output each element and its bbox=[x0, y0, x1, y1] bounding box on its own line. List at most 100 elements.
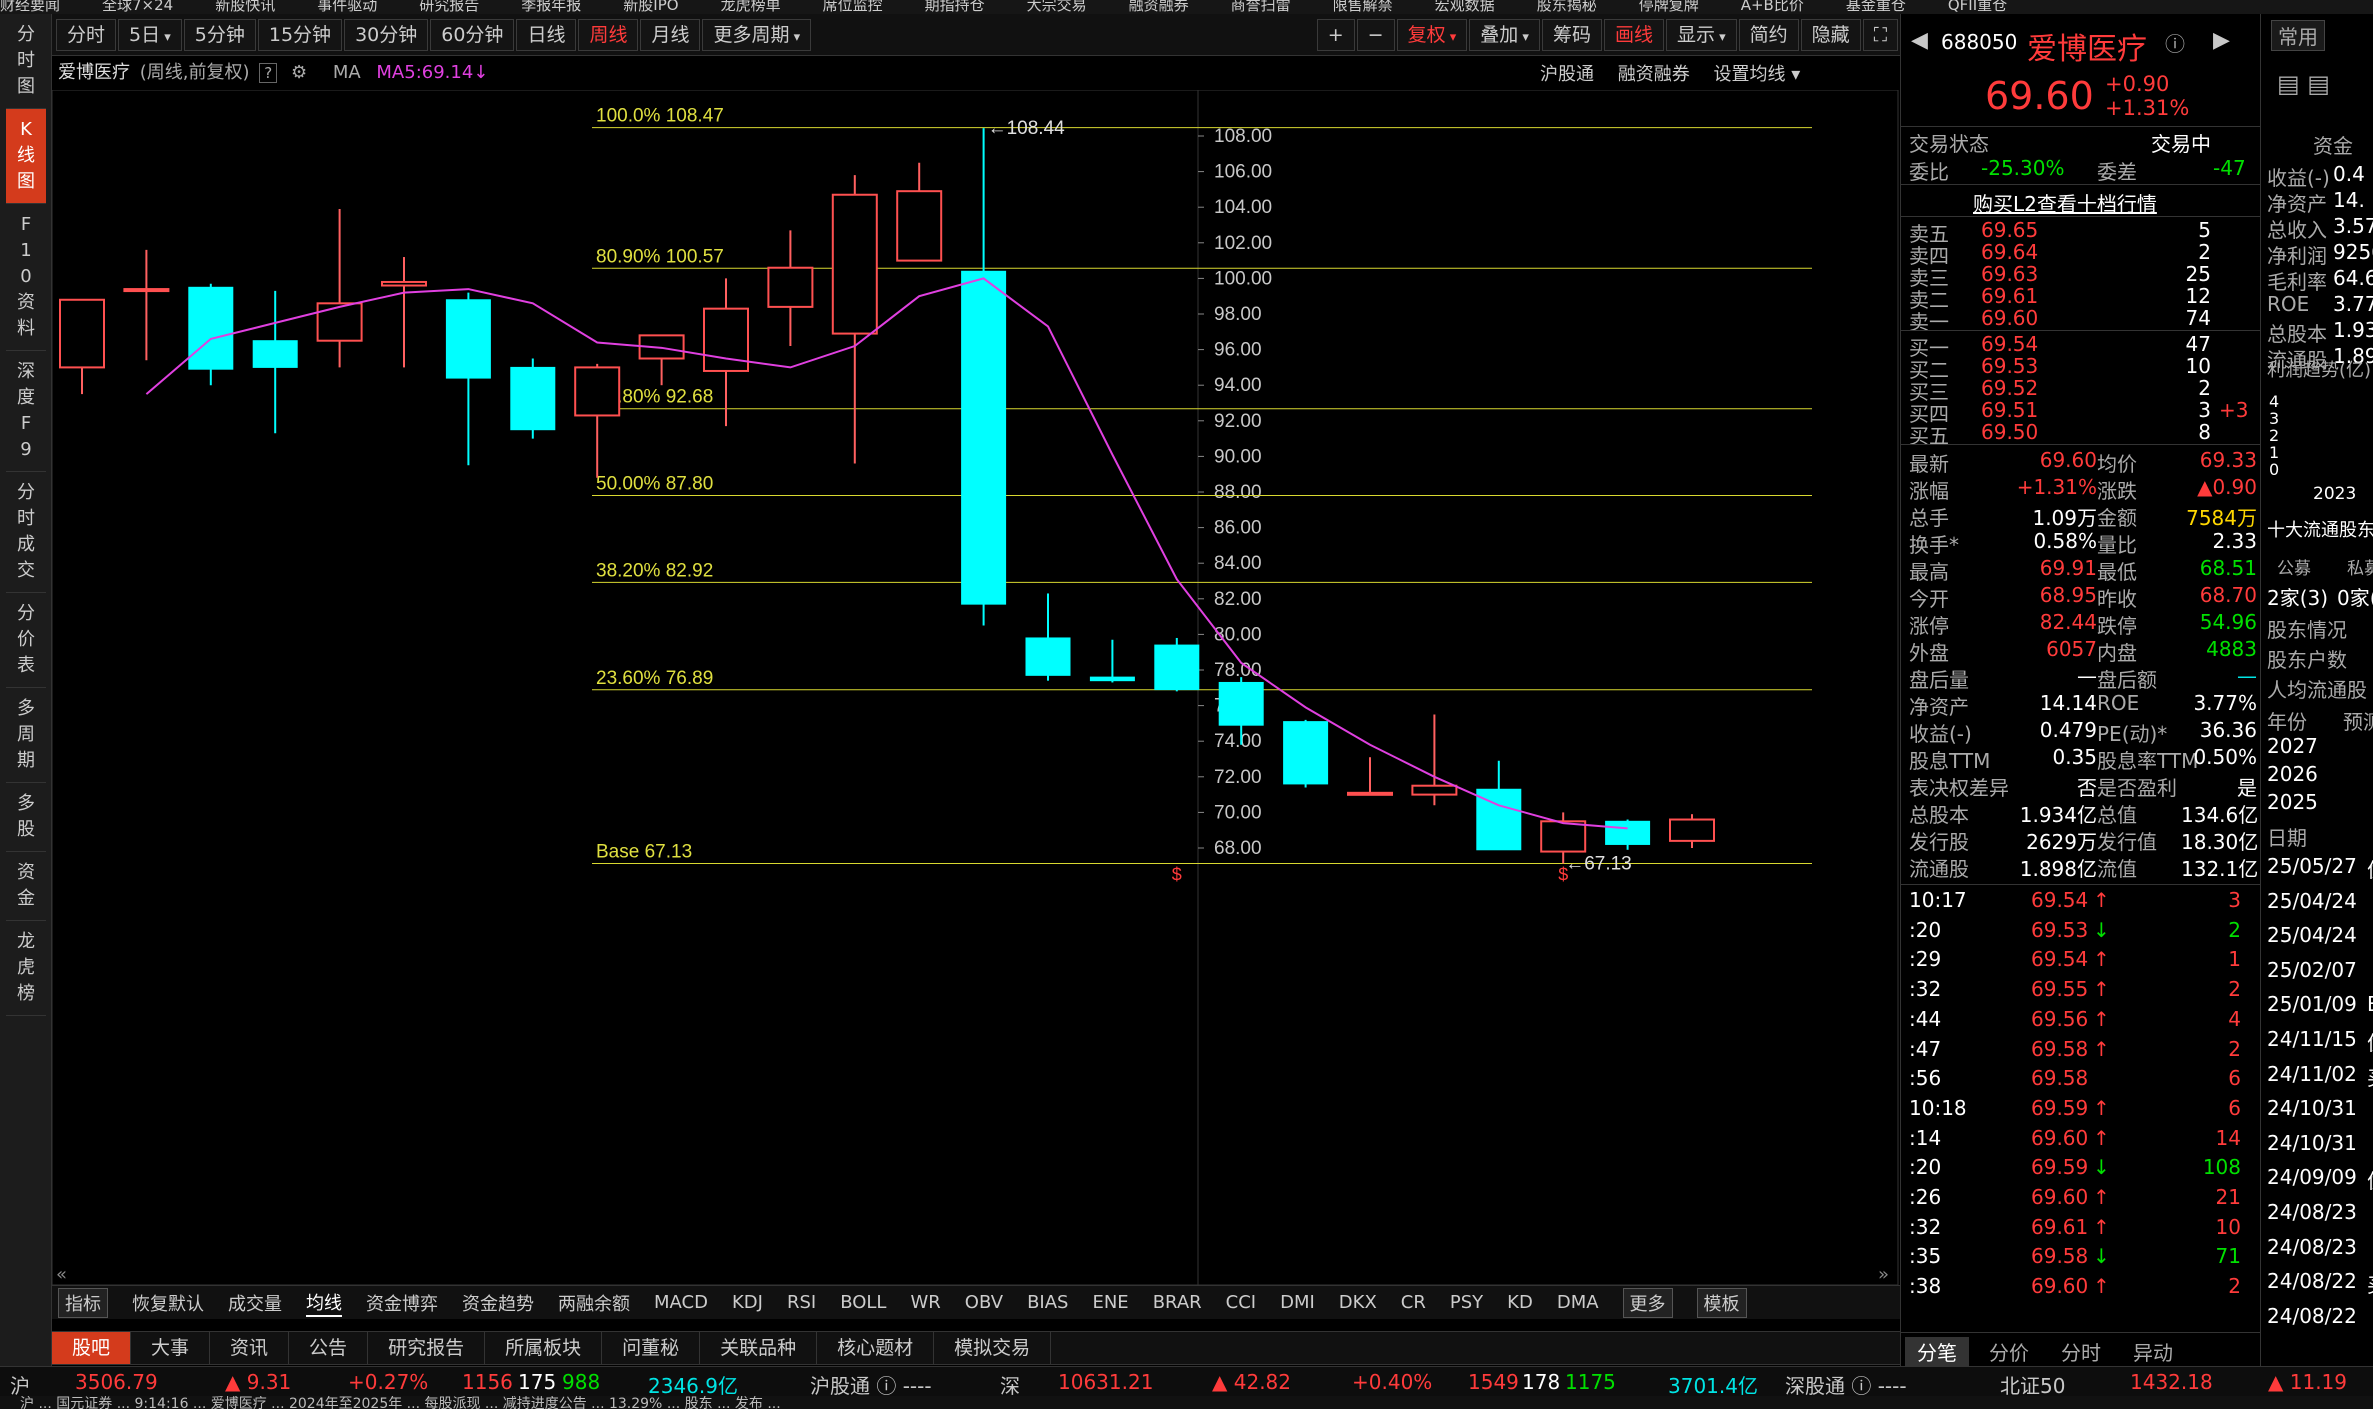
ma5-line[interactable] bbox=[145, 277, 1628, 830]
candle-body-up[interactable] bbox=[59, 298, 105, 369]
left-nav-item[interactable]: 分时图 bbox=[6, 14, 46, 109]
top-menu-item[interactable]: 新股IPO bbox=[623, 0, 678, 14]
detail-tab[interactable]: 分时 bbox=[2049, 1337, 2113, 1366]
left-nav-item[interactable]: 多股 bbox=[6, 783, 46, 852]
top-menu-item[interactable]: 融资融券 bbox=[1129, 0, 1189, 14]
finance-tab-fund[interactable]: 资金 bbox=[2313, 130, 2353, 159]
candle-body-up[interactable] bbox=[316, 302, 363, 342]
rating-date[interactable]: 24/08/23 bbox=[2267, 1200, 2357, 1224]
top-menu-item[interactable]: 财经要闻 bbox=[0, 0, 60, 14]
toolbar-tool[interactable]: 画线 bbox=[1603, 18, 1664, 51]
top-menu-item[interactable]: 停牌复牌 bbox=[1639, 0, 1699, 14]
indicator-tab[interactable]: 模板 bbox=[1696, 1287, 1747, 1318]
candle-body-up[interactable] bbox=[574, 366, 621, 417]
toolbar-tool[interactable]: 隐藏 bbox=[1800, 18, 1861, 51]
next-stock-icon[interactable]: ▶ bbox=[2213, 28, 2230, 53]
candle-body-down[interactable] bbox=[188, 286, 234, 370]
candle-body-up[interactable] bbox=[123, 288, 170, 293]
detail-tab[interactable]: 异动 bbox=[2121, 1337, 2185, 1366]
rating-date[interactable]: 24/09/09 bbox=[2267, 1165, 2357, 1189]
indicator-tab[interactable]: PSY bbox=[1450, 1292, 1483, 1313]
indicator-tab[interactable]: BRAR bbox=[1153, 1292, 1202, 1313]
help-icon[interactable]: ? bbox=[259, 63, 278, 83]
rating-date[interactable]: 24/10/31 bbox=[2267, 1096, 2357, 1120]
candle-body-up[interactable] bbox=[831, 193, 878, 335]
news-tab[interactable]: 资讯 bbox=[210, 1332, 290, 1364]
candle-body-up[interactable] bbox=[1411, 784, 1458, 796]
top-menu-item[interactable]: 龙虎榜单 bbox=[721, 0, 781, 14]
rating-date[interactable]: 24/08/23 bbox=[2267, 1235, 2357, 1259]
indicator-tab[interactable]: WR bbox=[910, 1292, 940, 1313]
indicator-tab[interactable]: RSI bbox=[787, 1292, 816, 1313]
hk-connect-link[interactable]: 沪股通 bbox=[1540, 64, 1594, 85]
sz-connect[interactable]: 深股通 ⓘ ---- bbox=[1785, 1370, 1907, 1399]
detail-tab[interactable]: 分价 bbox=[1977, 1337, 2041, 1366]
top-menu-item[interactable]: QFII重仓 bbox=[1948, 0, 2007, 14]
candle-body-up[interactable] bbox=[1669, 818, 1715, 842]
rating-date[interactable]: 24/08/22 bbox=[2267, 1269, 2357, 1293]
rating-date[interactable]: 24/10/31 bbox=[2267, 1131, 2357, 1155]
holder-info[interactable]: 人均流通股 bbox=[2267, 674, 2367, 703]
candle-body-down[interactable] bbox=[445, 299, 491, 379]
period-tab[interactable]: 5分钟 bbox=[183, 18, 256, 51]
indicator-tab[interactable]: KDJ bbox=[732, 1292, 763, 1313]
top-menu-item[interactable]: 商誉扫雷 bbox=[1231, 0, 1291, 14]
period-tab[interactable]: 60分钟 bbox=[430, 18, 515, 51]
indicator-tab[interactable]: CR bbox=[1401, 1292, 1426, 1313]
rating-date[interactable]: 25/01/09 bbox=[2267, 992, 2357, 1016]
candle-body-down[interactable] bbox=[1218, 681, 1264, 726]
news-tab[interactable]: 核心题材 bbox=[817, 1332, 935, 1364]
top-menu-item[interactable]: 席位监控 bbox=[823, 0, 883, 14]
buy-l2-link[interactable]: 购买L2查看十档行情 bbox=[1973, 188, 2157, 217]
rating-date[interactable]: 25/04/24 bbox=[2267, 923, 2357, 947]
dividend-marker[interactable]: $ bbox=[1558, 864, 1568, 884]
holder-info[interactable]: 股东情况 bbox=[2267, 614, 2347, 643]
left-nav-item[interactable]: 分时成交 bbox=[6, 472, 46, 593]
indicator-tab[interactable]: DKX bbox=[1339, 1292, 1377, 1313]
candle-body-down[interactable] bbox=[961, 270, 1007, 605]
news-tab[interactable]: 问董秘 bbox=[602, 1332, 701, 1364]
top-menu-item[interactable]: 新股快讯 bbox=[215, 0, 275, 14]
sh-connect[interactable]: 沪股通 ⓘ ---- bbox=[810, 1370, 932, 1399]
top-menu-item[interactable]: 季报年报 bbox=[521, 0, 581, 14]
toolbar-tool[interactable]: 筹码 bbox=[1541, 18, 1602, 51]
news-tab[interactable]: 模拟交易 bbox=[934, 1332, 1052, 1364]
period-tab[interactable]: 月线 bbox=[640, 18, 701, 51]
news-tab[interactable]: 研究报告 bbox=[368, 1332, 486, 1364]
ma-label[interactable]: MA bbox=[333, 62, 361, 83]
left-nav-item[interactable]: 龙虎榜 bbox=[6, 921, 46, 1016]
layout-icon[interactable]: ▤ ▤ bbox=[2277, 70, 2330, 98]
indicator-tab[interactable]: DMA bbox=[1557, 1292, 1599, 1313]
candle-body-up[interactable] bbox=[1540, 820, 1587, 853]
news-tab[interactable]: 关联品种 bbox=[700, 1332, 818, 1364]
kline-chart[interactable]: 108.00 106.00 104.00 102.00 100.00 98.00 96.00… bbox=[52, 90, 1900, 1285]
indicator-tab[interactable]: KD bbox=[1507, 1292, 1533, 1313]
top-menu-item[interactable]: 事件驱动 bbox=[317, 0, 377, 14]
top-menu-item[interactable]: 限售解禁 bbox=[1333, 0, 1393, 14]
indicator-tab[interactable]: 资金博弈 bbox=[366, 1290, 438, 1316]
indicator-tab[interactable]: 恢复默认 bbox=[132, 1290, 204, 1316]
prev-stock-icon[interactable]: ◀ bbox=[1911, 28, 1928, 53]
indicator-menu[interactable]: 指标 bbox=[58, 1287, 108, 1318]
period-tab[interactable]: 30分钟 bbox=[344, 18, 429, 51]
left-nav-item[interactable]: 资金 bbox=[6, 852, 46, 921]
indicator-tab[interactable]: BIAS bbox=[1027, 1292, 1068, 1313]
toolbar-tool[interactable]: + bbox=[1316, 18, 1355, 51]
indicator-tab[interactable]: MACD bbox=[654, 1292, 708, 1313]
rating-date[interactable]: 25/05/27 bbox=[2267, 854, 2357, 878]
toolbar-tool[interactable]: 复权 bbox=[1396, 18, 1468, 51]
left-nav-item[interactable]: 分价表 bbox=[6, 593, 46, 688]
rating-date[interactable]: 24/11/15 bbox=[2267, 1027, 2357, 1051]
candle-body-down[interactable] bbox=[1605, 820, 1651, 845]
indicator-tab[interactable]: 更多 bbox=[1622, 1287, 1673, 1318]
indicator-tab[interactable]: DMI bbox=[1280, 1292, 1315, 1313]
rating-date[interactable]: 24/11/02 bbox=[2267, 1062, 2357, 1086]
rating-date[interactable]: 25/02/07 bbox=[2267, 958, 2357, 982]
top-menu-item[interactable]: 研究报告 bbox=[419, 0, 479, 14]
left-nav-item[interactable]: 多周期 bbox=[6, 688, 46, 783]
indicator-tab[interactable]: ENE bbox=[1092, 1292, 1128, 1313]
left-nav-item[interactable]: K线图 bbox=[6, 109, 46, 204]
scroll-right-icon[interactable]: » bbox=[1878, 1264, 1889, 1285]
indicator-tab[interactable]: BOLL bbox=[840, 1292, 886, 1313]
candle-body-down[interactable] bbox=[510, 366, 556, 431]
